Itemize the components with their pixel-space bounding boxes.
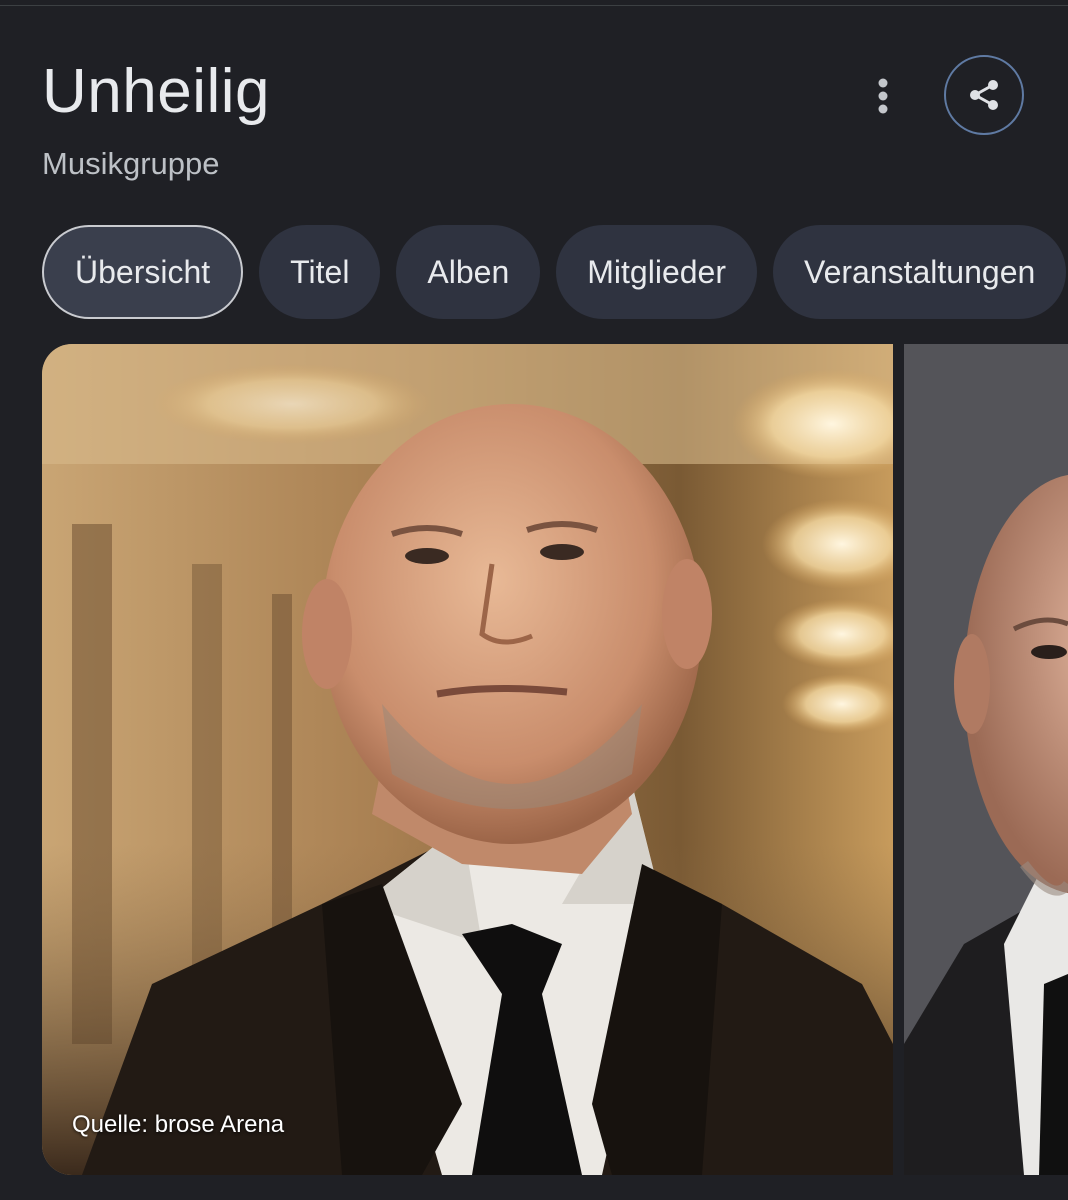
more-vert-icon bbox=[878, 78, 888, 114]
image-card-main[interactable]: Quelle: brose Arena bbox=[42, 344, 893, 1175]
share-button[interactable] bbox=[944, 55, 1024, 135]
image-card-second[interactable] bbox=[904, 344, 1068, 1175]
tab-veranstaltungen[interactable]: Veranstaltungen bbox=[772, 225, 1067, 319]
tab-label: Alben bbox=[427, 253, 510, 290]
top-divider bbox=[0, 0, 1068, 6]
share-icon bbox=[970, 80, 998, 110]
tab-uebersicht[interactable]: Übersicht bbox=[42, 225, 244, 319]
tabs-viewport: Übersicht Titel Alben Mitglieder Veranst… bbox=[0, 200, 1068, 340]
tab-bar: Übersicht Titel Alben Mitglieder Veranst… bbox=[42, 225, 1067, 319]
entity-title: Unheilig bbox=[42, 57, 271, 126]
portrait-photo bbox=[42, 344, 893, 1175]
tab-label: Übersicht bbox=[75, 253, 211, 290]
image-source-caption: Quelle: brose Arena bbox=[72, 1111, 285, 1138]
more-options-button[interactable] bbox=[857, 70, 909, 122]
tab-alben[interactable]: Alben bbox=[396, 225, 541, 319]
tab-label: Mitglieder bbox=[587, 253, 726, 290]
tab-label: Titel bbox=[290, 253, 350, 290]
entity-subtitle: Musikgruppe bbox=[42, 146, 220, 181]
tab-label: Veranstaltungen bbox=[803, 253, 1036, 290]
tab-titel[interactable]: Titel bbox=[259, 225, 381, 319]
portrait-photo-2 bbox=[904, 344, 1068, 1175]
entity-header: Unheilig Musikgruppe bbox=[42, 56, 842, 184]
tab-mitglieder[interactable]: Mitglieder bbox=[556, 225, 757, 319]
